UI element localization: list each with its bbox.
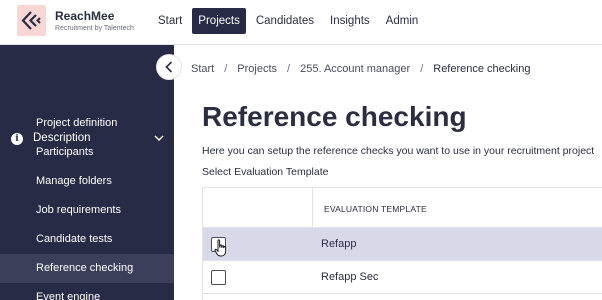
sidebar: i Description Project definition Partici… <box>0 45 174 300</box>
breadcrumb-project[interactable]: 255. Account manager <box>300 63 410 75</box>
hand-cursor-icon <box>214 239 227 257</box>
nav-admin[interactable]: Admin <box>380 8 425 34</box>
table-row[interactable]: Refapp Sec <box>203 261 602 294</box>
sidebar-item-candidate-tests[interactable]: Candidate tests <box>0 225 174 254</box>
template-name: Refapp Sec <box>321 271 379 283</box>
breadcrumb-separator: / <box>224 63 228 75</box>
breadcrumb-current: Reference checking <box>433 63 531 75</box>
nav-candidates[interactable]: Candidates <box>250 8 320 34</box>
sidebar-item-reference-checking[interactable]: Reference checking <box>0 254 174 283</box>
sidebar-collapse-button[interactable] <box>156 54 182 80</box>
sidebar-item-event-engine[interactable]: Event engine <box>0 283 174 300</box>
table-header: EVALUATION TEMPLATE <box>203 188 602 228</box>
select-template-label: Select Evaluation Template <box>202 166 329 178</box>
brand-logo-icon[interactable] <box>17 5 46 36</box>
column-header-evaluation-template: EVALUATION TEMPLATE <box>324 204 427 214</box>
sidebar-item-manage-folders[interactable]: Manage folders <box>0 167 174 196</box>
sidebar-item-project-definition[interactable]: Project definition <box>0 109 174 138</box>
page-title: Reference checking <box>202 101 467 132</box>
row-checkbox[interactable] <box>211 270 226 285</box>
brand-name: ReachMee <box>55 9 115 23</box>
evaluation-template-table: EVALUATION TEMPLATE Refapp Refapp Sec <box>202 187 602 300</box>
breadcrumb-separator: / <box>287 63 291 75</box>
breadcrumb-separator: / <box>420 63 424 75</box>
nav-start[interactable]: Start <box>152 8 188 34</box>
sidebar-item-job-requirements[interactable]: Job requirements <box>0 196 174 225</box>
breadcrumb-start[interactable]: Start <box>191 63 214 75</box>
top-bar: ReachMee Recruitment by Talentech Start … <box>0 0 602 45</box>
main-nav: Start Projects Candidates Insights Admin <box>152 8 428 34</box>
table-row[interactable]: Refapp <box>203 228 602 261</box>
sidebar-item-participants[interactable]: Participants <box>0 138 174 167</box>
nav-projects[interactable]: Projects <box>192 8 246 34</box>
brand-subtitle: Recruitment by Talentech <box>55 25 134 32</box>
chevron-left-icon <box>165 61 173 73</box>
template-name: Refapp <box>321 238 357 250</box>
page-description: Here you can setup the reference checks … <box>202 145 595 157</box>
breadcrumb: Start / Projects / 255. Account manager / Refe… <box>191 63 530 75</box>
column-divider <box>312 188 313 228</box>
breadcrumb-projects[interactable]: Projects <box>237 63 277 75</box>
nav-insights[interactable]: Insights <box>324 8 376 34</box>
